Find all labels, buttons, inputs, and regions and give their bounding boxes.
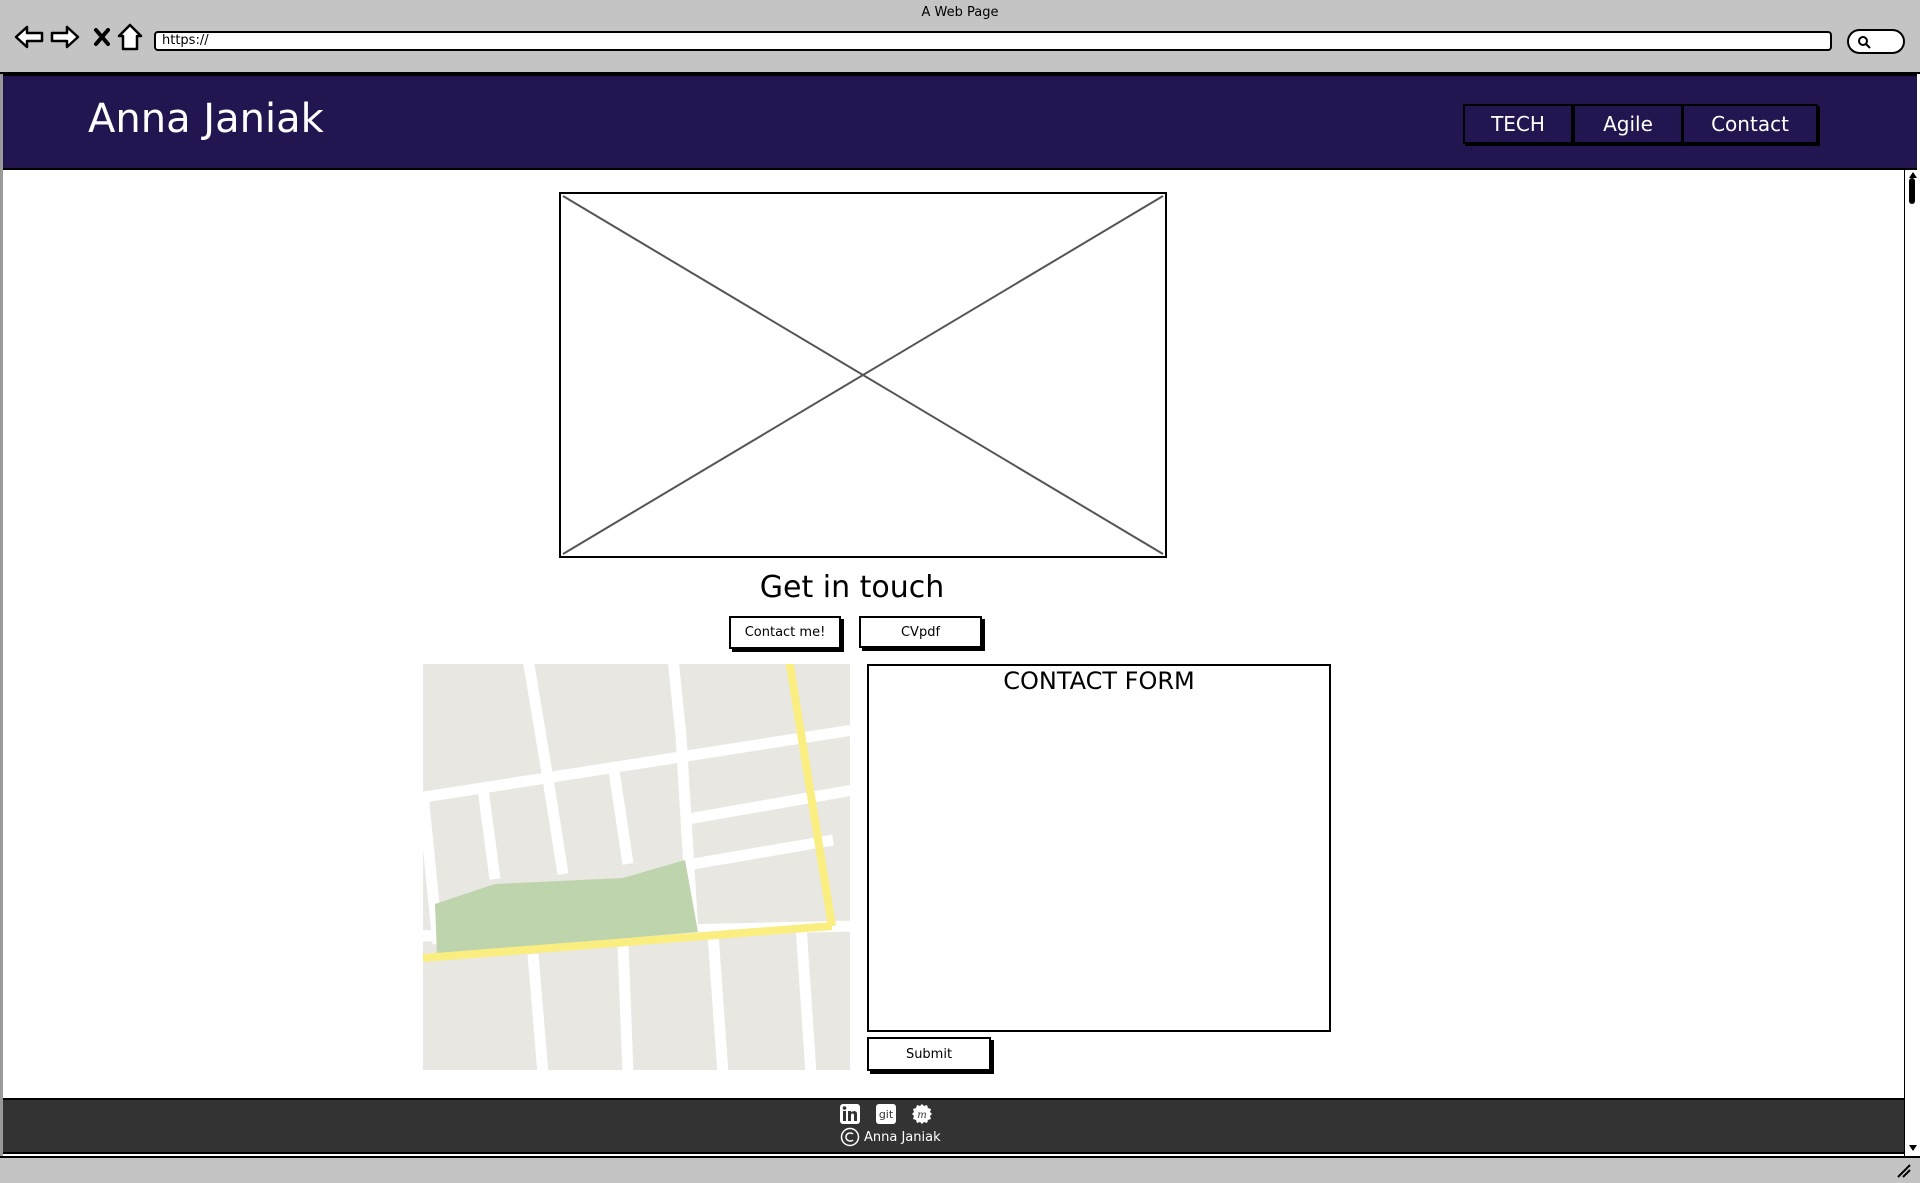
scroll-thumb[interactable] <box>1909 178 1915 204</box>
copyright-name: Anna Janiak <box>864 1129 941 1145</box>
nav-contact[interactable]: Contact <box>1682 104 1818 144</box>
meetup-icon[interactable]: m <box>911 1103 933 1125</box>
browser-search-box[interactable] <box>1847 29 1905 54</box>
section-title: Get in touch <box>759 570 945 605</box>
address-bar[interactable]: https:// <box>154 31 1832 51</box>
contact-form[interactable] <box>867 664 1331 1032</box>
copyright-icon <box>840 1127 860 1147</box>
site-footer <box>3 1098 1905 1154</box>
nav-tech[interactable]: TECH <box>1463 104 1573 144</box>
cv-pdf-button[interactable]: CVpdf <box>859 616 982 648</box>
back-arrow-icon[interactable] <box>12 20 46 54</box>
browser-status-bar <box>0 1156 1920 1183</box>
linkedin-icon[interactable] <box>839 1103 861 1125</box>
git-icon[interactable]: git <box>875 1103 897 1125</box>
contact-form-title: CONTACT FORM <box>1003 667 1195 695</box>
resize-grip-icon[interactable] <box>1896 1164 1912 1178</box>
submit-button[interactable]: Submit <box>867 1037 991 1071</box>
svg-text:git: git <box>879 1108 894 1121</box>
scroll-down-icon[interactable] <box>1908 1144 1918 1152</box>
copyright: Anna Janiak <box>840 1127 941 1147</box>
site-brand[interactable]: Anna Janiak <box>88 96 324 142</box>
hero-image-placeholder <box>559 192 1167 558</box>
home-icon[interactable] <box>113 20 147 54</box>
contact-me-button[interactable]: Contact me! <box>729 616 841 649</box>
social-links: git m <box>839 1103 933 1127</box>
svg-text:m: m <box>917 1110 926 1121</box>
map[interactable] <box>423 664 850 1070</box>
search-icon <box>1858 36 1871 49</box>
vertical-scrollbar[interactable] <box>1904 170 1920 1156</box>
nav-agile[interactable]: Agile <box>1573 104 1683 144</box>
window-title: A Web Page <box>921 5 999 20</box>
forward-arrow-icon[interactable] <box>48 20 82 54</box>
window-frame <box>0 74 3 1158</box>
